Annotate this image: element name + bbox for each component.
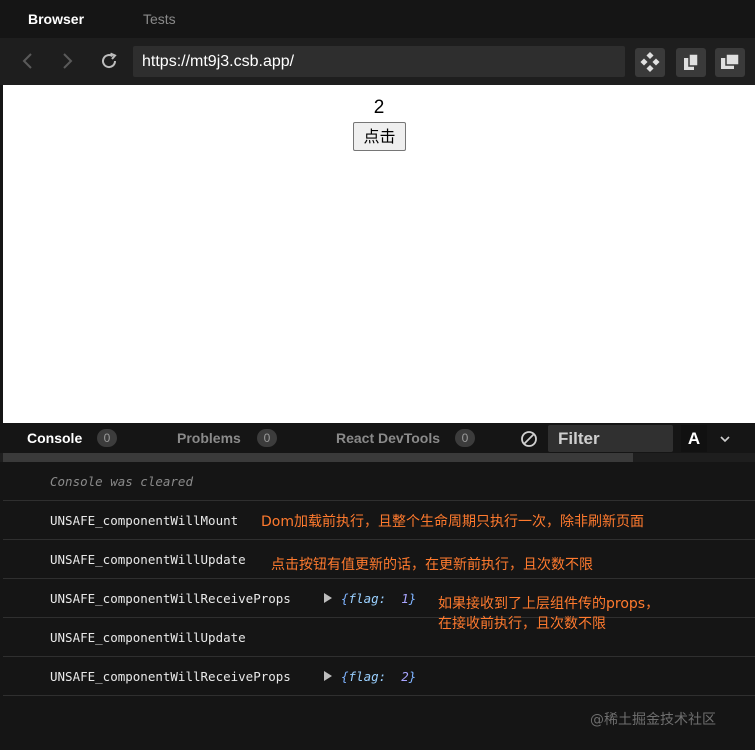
problems-count-badge: 0 bbox=[257, 429, 277, 447]
copy-icon[interactable] bbox=[676, 48, 706, 77]
tab-react-devtools[interactable]: React DevTools bbox=[336, 423, 440, 453]
console-message: UNSAFE_componentWillUpdate bbox=[50, 630, 246, 645]
expand-triangle-icon[interactable] bbox=[323, 593, 333, 603]
annotation-mount: Dom加载前执行，且整个生命周期只执行一次，除非刷新页面 bbox=[261, 514, 644, 530]
props-object[interactable]: {flag: 1} bbox=[341, 579, 416, 618]
console-message: UNSAFE_componentWillReceiveProps bbox=[50, 591, 291, 606]
counter-value: 2 bbox=[373, 97, 385, 118]
obj-open-brace: { bbox=[341, 669, 349, 684]
watermark: @稀土掘金技术社区 bbox=[590, 712, 716, 728]
horizontal-scrollbar[interactable] bbox=[0, 453, 755, 462]
obj-key: flag: bbox=[348, 591, 387, 606]
refresh-icon[interactable] bbox=[95, 47, 123, 75]
obj-key: flag: bbox=[348, 669, 387, 684]
obj-value: 1 bbox=[401, 591, 409, 606]
console-row: UNSAFE_componentWillUpdate bbox=[3, 618, 755, 657]
url-input[interactable]: https://mt9j3.csb.app/ bbox=[133, 46, 625, 77]
click-button[interactable]: 点击 bbox=[353, 122, 406, 151]
console-row-cleared: Console was cleared bbox=[3, 462, 755, 501]
tab-problems[interactable]: Problems bbox=[177, 423, 241, 453]
tab-browser[interactable]: Browser bbox=[28, 0, 84, 38]
devtools-tab-bar: Console 0 Problems 0 React DevTools 0 A bbox=[0, 423, 755, 453]
scrollbar-thumb[interactable] bbox=[3, 453, 633, 462]
console-message: UNSAFE_componentWillReceiveProps bbox=[50, 669, 291, 684]
console-row: UNSAFE_componentWillReceiveProps {flag: … bbox=[3, 657, 755, 696]
props-object[interactable]: {flag: 2} bbox=[341, 657, 416, 696]
devtools-icon[interactable] bbox=[635, 48, 665, 77]
obj-open-brace: { bbox=[341, 591, 349, 606]
console-count-badge: 0 bbox=[97, 429, 117, 447]
react-devtools-count-badge: 0 bbox=[455, 429, 475, 447]
annotation-update: 点击按钮有值更新的话，在更新前执行，且次数不限 bbox=[271, 557, 593, 573]
console-message: UNSAFE_componentWillUpdate bbox=[50, 552, 246, 567]
browser-tab-bar: Browser Tests bbox=[0, 0, 755, 38]
open-window-icon[interactable] bbox=[715, 48, 745, 77]
back-icon[interactable] bbox=[14, 47, 42, 75]
expand-triangle-icon[interactable] bbox=[323, 671, 333, 681]
console-cleared-message: Console was cleared bbox=[50, 474, 193, 489]
preview-pane: 2 点击 bbox=[3, 85, 755, 423]
browser-toolbar: https://mt9j3.csb.app/ bbox=[0, 38, 755, 85]
annotation-receive-line1: 如果接收到了上层组件传的props， bbox=[438, 596, 660, 612]
chevron-down-icon[interactable] bbox=[718, 432, 732, 446]
filter-input[interactable] bbox=[548, 425, 673, 452]
console-message: UNSAFE_componentWillMount bbox=[50, 513, 239, 528]
forward-icon[interactable] bbox=[53, 47, 81, 75]
clear-console-icon[interactable] bbox=[519, 429, 539, 449]
tab-console[interactable]: Console bbox=[27, 423, 82, 453]
obj-close-brace: } bbox=[408, 669, 417, 684]
obj-value: 2 bbox=[401, 669, 409, 684]
annotation-receive-line2: 在接收前执行，且次数不限 bbox=[438, 616, 606, 632]
font-toggle-button[interactable]: A bbox=[681, 425, 707, 452]
obj-close-brace: } bbox=[408, 591, 417, 606]
tab-tests[interactable]: Tests bbox=[143, 0, 176, 38]
